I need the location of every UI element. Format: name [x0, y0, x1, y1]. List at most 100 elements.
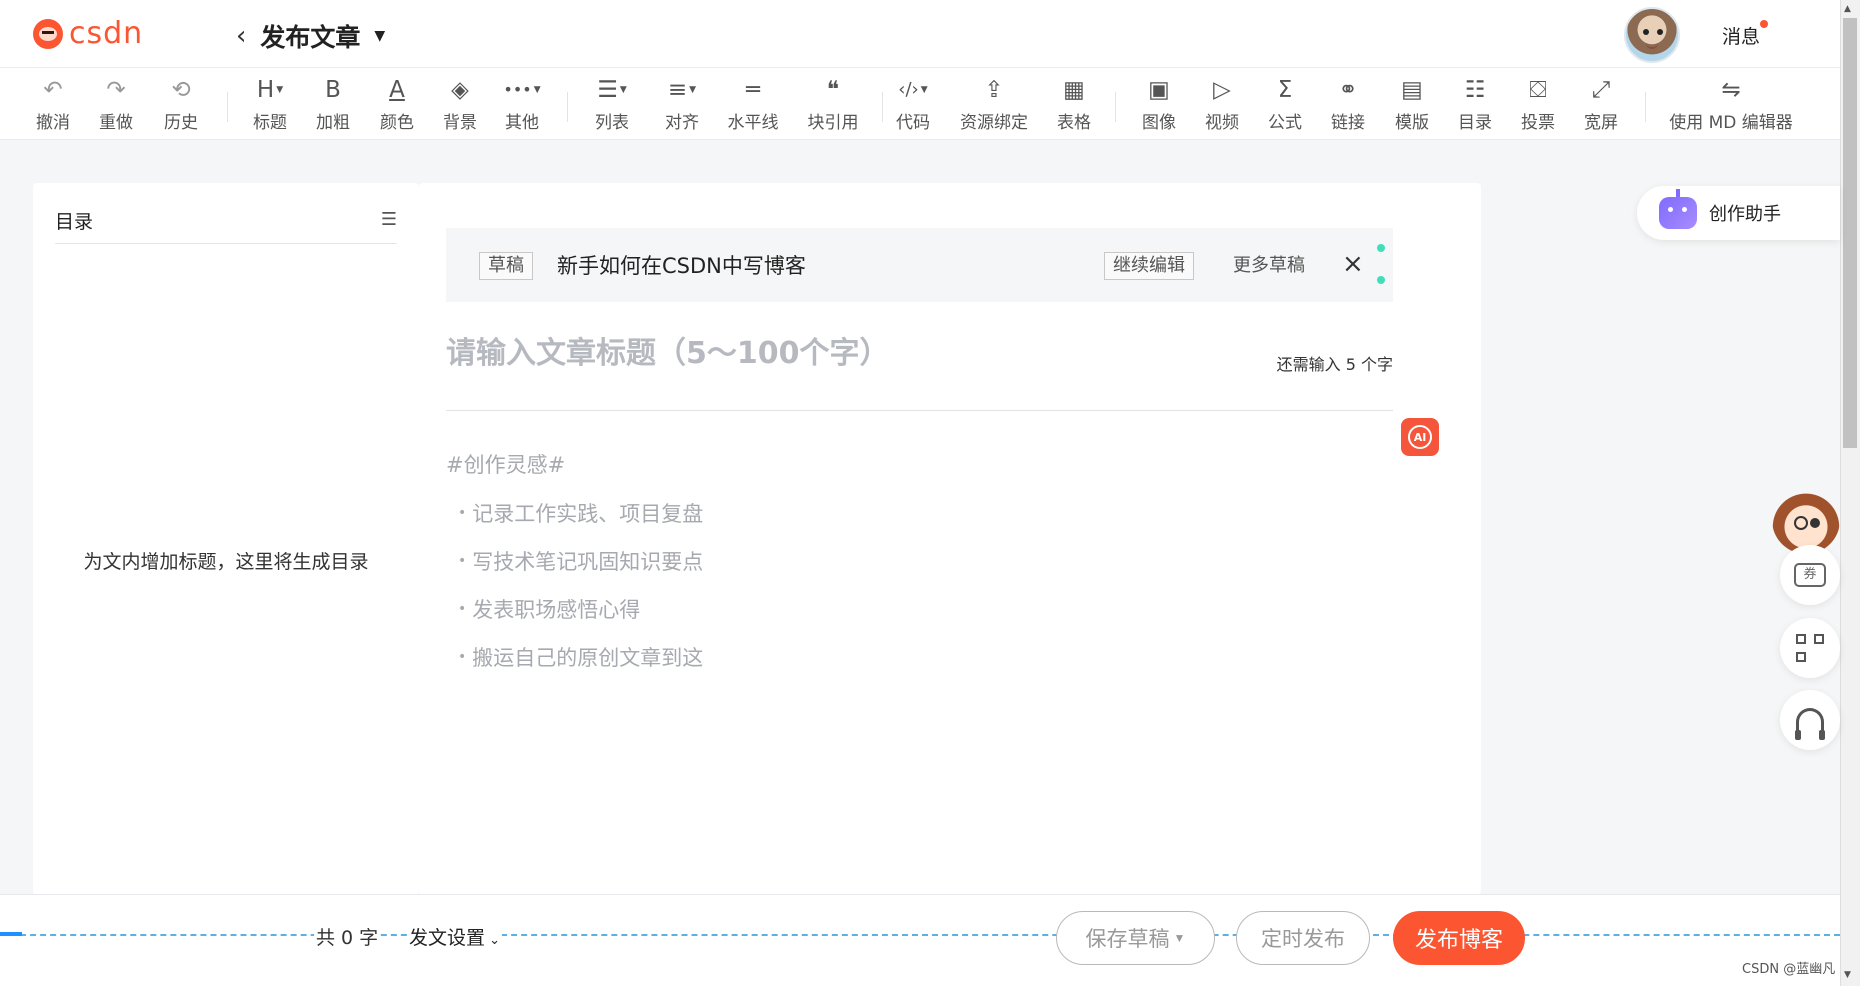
bold-icon: B [325, 77, 341, 103]
image-label: 图像 [1142, 113, 1176, 133]
video-icon: ▷ [1213, 77, 1231, 103]
bold-label: 加粗 [316, 113, 350, 133]
logo-text: csdn [69, 16, 144, 51]
more-format-button[interactable]: ••• ▼ 其他 [500, 74, 544, 136]
more-drafts-link[interactable]: 更多草稿 [1233, 252, 1305, 280]
video-label: 视频 [1205, 113, 1239, 133]
list-icon: ☰ ▼ [597, 77, 627, 103]
widescreen-icon: ⤢ [1591, 77, 1611, 103]
toc-button[interactable]: ☷ 目录 [1455, 74, 1495, 136]
mascot-icon[interactable] [1772, 486, 1840, 554]
watermark: CSDN @蓝幽凡 [1742, 962, 1836, 977]
quote-icon: ❝ [826, 77, 840, 103]
draft-bar: 草稿 新手如何在CSDN中写博客 继续编辑 更多草稿 × [446, 228, 1393, 302]
collapse-toc-icon[interactable]: ☰ [381, 209, 397, 230]
messages-label: 消息 [1722, 26, 1761, 48]
content-editor[interactable]: #创作灵感# • 记录工作实践、项目复盘 • 写技术笔记巩固知识要点 • 发表职场感悟… [446, 449, 703, 690]
blockquote-button[interactable]: ❝ 块引用 [807, 74, 859, 136]
upload-icon: ⇪ [984, 77, 1004, 103]
template-label: 模版 [1395, 113, 1429, 133]
template-button[interactable]: ▤ 模版 [1392, 74, 1432, 136]
scroll-up-icon[interactable]: ▲ [1844, 4, 1851, 14]
post-settings-dropdown[interactable]: 发文设置 ⌄ [407, 923, 503, 950]
continue-edit-button[interactable]: 继续编辑 [1104, 252, 1194, 280]
md-editor-button[interactable]: ⇋ 使用 MD 编辑器 [1669, 74, 1793, 136]
color-button[interactable]: A 颜色 [377, 74, 417, 136]
writing-assistant-button[interactable]: 创作助手 [1637, 186, 1840, 240]
table-label: 表格 [1057, 113, 1091, 133]
table-button[interactable]: ▦ 表格 [1054, 74, 1094, 136]
customer-service-button[interactable] [1780, 690, 1840, 750]
link-label: 链接 [1331, 113, 1365, 133]
formula-button[interactable]: Σ 公式 [1265, 74, 1305, 136]
publish-button[interactable]: 发布博客 [1393, 911, 1525, 965]
toolbar-divider [567, 92, 568, 122]
history-label: 历史 [164, 113, 198, 133]
qrcode-icon [1796, 634, 1824, 662]
editor-toolbar: ↶ 撤消 ↷ 重做 ⟲ 历史 H ▼ 标题 B 加粗 A 颜色 ◈ 背景 ••• ▼… [0, 68, 1840, 140]
heading-label: 标题 [253, 113, 287, 133]
horizontal-rule-button[interactable]: ═ 水平线 [727, 74, 779, 136]
divider [446, 410, 1393, 411]
horizontal-rule-icon: ═ [746, 77, 760, 103]
back-icon[interactable]: ‹ [236, 23, 246, 49]
toc-header: 目录 ☰ [55, 207, 397, 233]
vote-button[interactable]: ⛋ 投票 [1518, 74, 1558, 136]
undo-button[interactable]: ↶ 撤消 [33, 74, 73, 136]
background-button[interactable]: ◈ 背景 [440, 74, 480, 136]
vote-icon: ⛋ [1529, 77, 1547, 103]
caret-down-icon[interactable]: ▼ [374, 28, 385, 44]
csdn-logo[interactable]: csdn [33, 16, 143, 51]
horizontal-rule-label: 水平线 [727, 113, 779, 133]
bold-button[interactable]: B 加粗 [313, 74, 353, 136]
scrollbar-thumb[interactable] [1843, 18, 1857, 448]
table-icon: ▦ [1063, 77, 1085, 103]
csdn-mascot-icon [33, 18, 63, 49]
link-icon: ⚭ [1338, 77, 1358, 103]
history-button[interactable]: ⟲ 历史 [161, 74, 201, 136]
divider [55, 243, 397, 244]
avatar[interactable] [1624, 7, 1680, 63]
top-header: csdn ‹ 发布文章 ▼ 消息 [0, 0, 1840, 68]
close-icon[interactable]: × [1342, 250, 1364, 278]
messages-link[interactable]: 消息 [1722, 20, 1769, 49]
resource-bind-button[interactable]: ⇪ 资源绑定 [960, 74, 1028, 136]
coupon-button[interactable]: 券 [1780, 545, 1840, 605]
widescreen-button[interactable]: ⤢ 宽屏 [1581, 74, 1621, 136]
ai-button[interactable]: AI [1401, 418, 1439, 456]
scroll-down-icon[interactable]: ▼ [1844, 970, 1851, 980]
formula-label: 公式 [1268, 113, 1302, 133]
align-button[interactable]: ≡ ▼ 对齐 [662, 74, 702, 136]
video-button[interactable]: ▷ 视频 [1202, 74, 1242, 136]
remaining-chars: 还需输入 5 个字 [1276, 355, 1393, 374]
drag-handle-icon[interactable] [1376, 244, 1386, 288]
editor-panel: 草稿 新手如何在CSDN中写博客 继续编辑 更多草稿 × 还需输入 5 个字 A… [419, 183, 1481, 895]
link-button[interactable]: ⚭ 链接 [1328, 74, 1368, 136]
blockquote-label: 块引用 [807, 113, 859, 133]
inspiration-heading: #创作灵感# [446, 453, 566, 477]
list-button[interactable]: ☰ ▼ 列表 [592, 74, 632, 136]
resource-bind-label: 资源绑定 [960, 113, 1028, 133]
page-title[interactable]: 发布文章 [260, 18, 360, 54]
redo-button[interactable]: ↷ 重做 [96, 74, 136, 136]
image-button[interactable]: ▣ 图像 [1139, 74, 1179, 136]
heading-icon: H ▼ [256, 77, 284, 103]
progress-marker [0, 932, 22, 936]
qrcode-button[interactable] [1780, 618, 1840, 678]
toolbar-divider [227, 92, 228, 122]
redo-label: 重做 [99, 113, 133, 133]
heading-button[interactable]: H ▼ 标题 [250, 74, 290, 136]
save-draft-button[interactable]: 保存草稿 ▼ [1056, 911, 1215, 965]
history-icon: ⟲ [171, 77, 191, 103]
schedule-publish-button[interactable]: 定时发布 [1236, 911, 1370, 965]
color-label: 颜色 [380, 113, 414, 133]
draft-tag: 草稿 [479, 252, 533, 280]
word-count: 共 0 字 [314, 923, 381, 950]
background-label: 背景 [443, 113, 477, 133]
widescreen-label: 宽屏 [1584, 113, 1618, 133]
template-icon: ▤ [1401, 77, 1423, 103]
list-item: • 写技术笔记巩固知识要点 [458, 550, 704, 574]
code-button[interactable]: ‹/› ▼ 代码 [893, 74, 933, 136]
article-title-input[interactable] [446, 333, 1186, 373]
image-icon: ▣ [1148, 77, 1170, 103]
